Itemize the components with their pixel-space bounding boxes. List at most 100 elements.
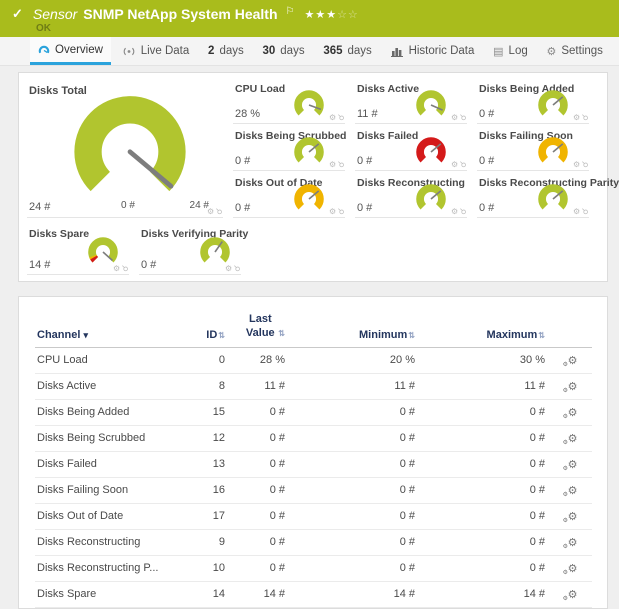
channel-name[interactable]: Disks Being Scrubbed xyxy=(35,425,193,451)
channel-id: 16 xyxy=(193,477,235,503)
gauge-disks-being-scrubbed[interactable]: Disks Being Scrubbed 0 # ⚙⚲ xyxy=(233,128,345,171)
channel-id: 17 xyxy=(193,503,235,529)
channel-settings-gears-icon[interactable]: ⚙⚙ xyxy=(568,510,578,523)
flag-icon[interactable]: ⚐ xyxy=(286,6,295,17)
disks-being-added-gauge xyxy=(533,88,573,122)
channel-maximum: 14 # xyxy=(425,581,555,607)
tab-365-days-num: 365 xyxy=(323,45,342,57)
channel-id: 13 xyxy=(193,451,235,477)
big-gear-icon: ⚙ xyxy=(568,537,578,549)
channel-name[interactable]: Disks Being Added xyxy=(35,399,193,425)
channel-settings-gears-icon[interactable]: ⚙⚙ xyxy=(568,562,578,575)
gauge-label: Disks Spare xyxy=(29,228,89,240)
channel-settings-gears-icon[interactable]: ⚙⚙ xyxy=(568,458,578,471)
channel-last-value: 0 # xyxy=(235,451,295,477)
channel-id: 10 xyxy=(193,555,235,581)
gauge-disks-total[interactable]: Disks Total 0 # 24 # 24 # ⚙⚲ xyxy=(27,81,223,218)
disks-active-gauge xyxy=(411,88,451,122)
channel-settings-cell: ⚙⚙ xyxy=(555,399,592,425)
stars-filled: ★★★ xyxy=(304,9,337,21)
gauge-cpu-load[interactable]: CPU Load 28 % ⚙⚲ xyxy=(233,81,345,124)
channel-last-value: 0 # xyxy=(235,425,295,451)
gauge-label: Disks Failed xyxy=(357,130,418,142)
tab-30-days-num: 30 xyxy=(262,45,275,57)
channel-last-value: 0 # xyxy=(235,503,295,529)
channel-maximum: 0 # xyxy=(425,451,555,477)
column-header-minimum[interactable]: Minimum⇅ xyxy=(295,309,425,347)
channel-settings-gears-icon[interactable]: ⚙⚙ xyxy=(568,380,578,393)
disks-reconstructing-gauge xyxy=(411,182,451,216)
settings-gear-icon: ⚙ xyxy=(546,45,556,58)
channel-minimum: 20 % xyxy=(295,347,425,373)
channel-settings-gears-icon[interactable]: ⚙⚙ xyxy=(568,588,578,601)
gauge-disks-failing-soon[interactable]: Disks Failing Soon 0 # ⚙⚲ xyxy=(477,128,589,171)
channel-name[interactable]: Disks Failing Soon xyxy=(35,477,193,503)
stars-empty: ☆☆ xyxy=(337,9,359,21)
channel-settings-gears-icon[interactable]: ⚙⚙ xyxy=(568,354,578,367)
tab-log-label: Log xyxy=(509,45,528,57)
big-gear-icon: ⚙ xyxy=(568,433,578,445)
channel-settings-cell: ⚙⚙ xyxy=(555,373,592,399)
gauge-value: 0 # xyxy=(479,155,494,167)
gauge-disks-out-of-date[interactable]: Disks Out of Date 0 # ⚙⚲ xyxy=(233,175,345,218)
channel-settings-cell: ⚙⚙ xyxy=(555,555,592,581)
gauge-disks-spare[interactable]: Disks Spare 14 # ⚙⚲ xyxy=(27,226,129,275)
tab-overview[interactable]: Overview xyxy=(30,37,111,65)
gauge-disks-reconstructing[interactable]: Disks Reconstructing 0 # ⚙⚲ xyxy=(355,175,467,218)
channel-name[interactable]: Disks Reconstructing P... xyxy=(35,555,193,581)
channel-minimum: 0 # xyxy=(295,399,425,425)
gauge-disks-reconstructing-parity[interactable]: Disks Reconstructing Parity 0 # ⚙⚲ xyxy=(477,175,589,218)
gauge-label: Disks Active xyxy=(357,83,419,95)
table-row-disks-failed: Disks Failed 13 0 # 0 # 0 # ⚙⚙ xyxy=(35,451,592,477)
channel-maximum: 0 # xyxy=(425,555,555,581)
column-header-last-value[interactable]: Last Value⇅ xyxy=(235,309,295,347)
channel-id: 15 xyxy=(193,399,235,425)
gauge-value: 24 # xyxy=(29,201,50,213)
disks-out-of-date-gauge xyxy=(289,182,329,216)
tab-historic-data-label: Historic Data xyxy=(409,45,475,57)
channel-settings-gears-icon[interactable]: ⚙⚙ xyxy=(568,536,578,549)
channel-name[interactable]: Disks Out of Date xyxy=(35,503,193,529)
disks-total-gauge xyxy=(51,93,209,199)
small-gear-icon: ⚙ xyxy=(563,413,568,420)
gauge-disks-active[interactable]: Disks Active 11 # ⚙⚲ xyxy=(355,81,467,124)
channel-settings-gears-icon[interactable]: ⚙⚙ xyxy=(568,406,578,419)
gauge-disks-being-added[interactable]: Disks Being Added 0 # ⚙⚲ xyxy=(477,81,589,124)
column-label: Last Value xyxy=(243,313,277,341)
channel-name[interactable]: Disks Failed xyxy=(35,451,193,477)
tab-log[interactable]: ▤ Log xyxy=(485,37,536,65)
column-header-id[interactable]: ID⇅ xyxy=(193,309,235,347)
column-header-maximum[interactable]: Maximum⇅ xyxy=(425,309,555,347)
column-header-channel[interactable]: Channel ▾ xyxy=(35,309,193,347)
tab-2-days[interactable]: 2 days xyxy=(200,37,252,65)
channel-name[interactable]: CPU Load xyxy=(35,347,193,373)
gauge-value: 0 # xyxy=(357,155,372,167)
table-row-disks-failing-soon: Disks Failing Soon 16 0 # 0 # 0 # ⚙⚙ xyxy=(35,477,592,503)
small-gear-icon: ⚙ xyxy=(563,491,568,498)
table-row-disks-spare: Disks Spare 14 14 # 14 # 14 # ⚙⚙ xyxy=(35,581,592,607)
small-gear-icon: ⚙ xyxy=(563,595,568,602)
channel-name[interactable]: Disks Spare xyxy=(35,581,193,607)
gauge-disks-verifying-parity[interactable]: Disks Verifying Parity 0 # ⚙⚲ xyxy=(139,226,241,275)
tab-365-days-unit: days xyxy=(348,45,372,57)
priority-stars[interactable]: ★★★☆☆ xyxy=(304,8,358,21)
tab-historic-data[interactable]: Historic Data xyxy=(383,37,483,65)
channel-name[interactable]: Disks Active xyxy=(35,373,193,399)
tab-365-days[interactable]: 365 days xyxy=(315,37,379,65)
tab-30-days[interactable]: 30 days xyxy=(254,37,312,65)
gauges-panel: Disks Total 0 # 24 # 24 # ⚙⚲ CPU Load 28… xyxy=(18,72,608,282)
gauge-disks-failed[interactable]: Disks Failed 0 # ⚙⚲ xyxy=(355,128,467,171)
channel-id: 14 xyxy=(193,581,235,607)
tab-live-data[interactable]: Live Data xyxy=(114,37,198,65)
channel-maximum: 0 # xyxy=(425,425,555,451)
channel-settings-gears-icon[interactable]: ⚙⚙ xyxy=(568,484,578,497)
channel-last-value: 0 # xyxy=(235,555,295,581)
channel-id: 8 xyxy=(193,373,235,399)
channel-settings-gears-icon[interactable]: ⚙⚙ xyxy=(568,432,578,445)
disks-being-scrubbed-gauge xyxy=(289,135,329,169)
big-gear-icon: ⚙ xyxy=(568,485,578,497)
channel-name[interactable]: Disks Reconstructing xyxy=(35,529,193,555)
sort-icon: ⇅ xyxy=(538,331,545,340)
tab-settings[interactable]: ⚙ Settings xyxy=(538,37,610,65)
channel-settings-cell: ⚙⚙ xyxy=(555,503,592,529)
